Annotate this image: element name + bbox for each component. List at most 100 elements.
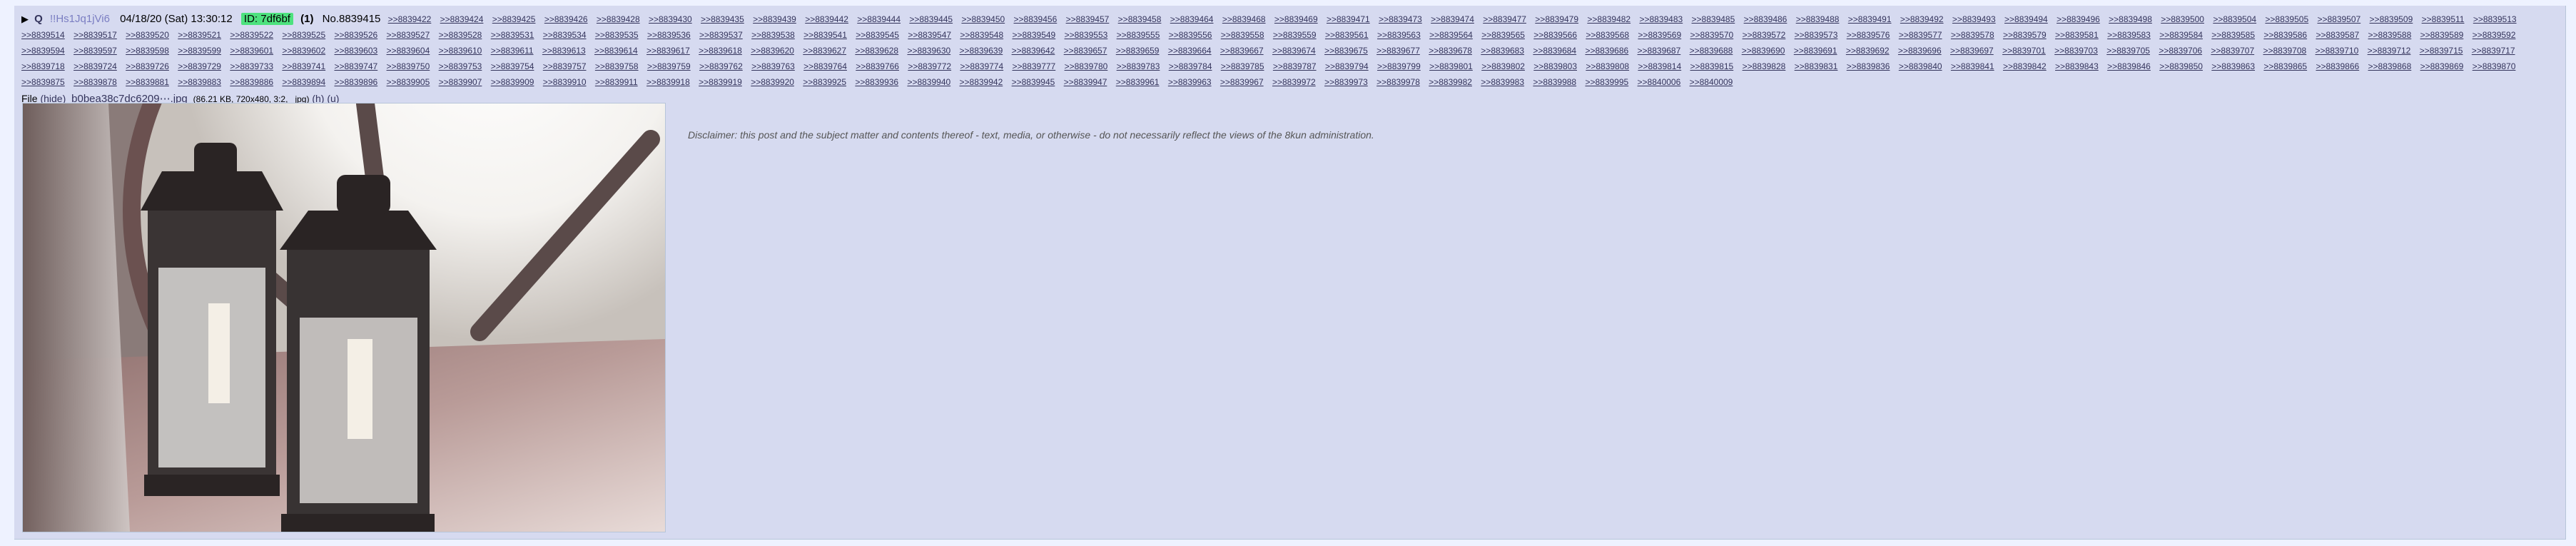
reply-link[interactable]: >>8839706 (2159, 46, 2202, 56)
reply-link[interactable]: >>8839918 (646, 77, 690, 87)
reply-link[interactable]: >>8839630 (907, 46, 950, 56)
reply-link[interactable]: >>8839687 (1638, 46, 1681, 56)
reply-link[interactable]: >>8839589 (2420, 30, 2464, 40)
reply-link[interactable]: >>8839442 (805, 14, 848, 24)
reply-link[interactable]: >>8839563 (1377, 30, 1421, 40)
reply-link[interactable]: >>8839477 (1483, 14, 1526, 24)
reply-link[interactable]: >>8839578 (1951, 30, 1994, 40)
reply-link[interactable]: >>8839696 (1898, 46, 1942, 56)
reply-link[interactable]: >>8839803 (1533, 61, 1577, 71)
reply-link[interactable]: >>8839426 (544, 14, 588, 24)
reply-link[interactable]: >>8839553 (1065, 30, 1108, 40)
reply-link[interactable]: >>8839988 (1533, 77, 1576, 87)
reply-link[interactable]: >>8839925 (803, 77, 846, 87)
reply-link[interactable]: >>8839588 (2368, 30, 2412, 40)
reply-link[interactable]: >>8839831 (1795, 61, 1838, 71)
reply-link[interactable]: >>8839517 (73, 30, 117, 40)
reply-link[interactable]: >>8839683 (1481, 46, 1524, 56)
reply-link[interactable]: >>8839509 (2370, 14, 2413, 24)
reply-link[interactable]: >>8839757 (543, 61, 587, 71)
reply-link[interactable]: >>8839866 (2316, 61, 2359, 71)
reply-link[interactable]: >>8839486 (1744, 14, 1788, 24)
reply-link[interactable]: >>8839843 (2055, 61, 2099, 71)
reply-link[interactable]: >>8839597 (73, 46, 117, 56)
reply-link[interactable]: >>8839896 (334, 77, 377, 87)
reply-link[interactable]: >>8839883 (178, 77, 221, 87)
reply-link[interactable]: >>8839881 (126, 77, 169, 87)
reply-link[interactable]: >>8839894 (282, 77, 325, 87)
reply-link[interactable]: >>8839493 (1952, 14, 1996, 24)
reply-link[interactable]: >>8839536 (647, 30, 691, 40)
reply-link[interactable]: >>8839697 (1950, 46, 1994, 56)
reply-link[interactable]: >>8839430 (649, 14, 692, 24)
reply-link[interactable]: >>8839750 (387, 61, 430, 71)
reply-link[interactable]: >>8839657 (1064, 46, 1107, 56)
reply-link[interactable]: >>8839547 (908, 30, 951, 40)
reply-link[interactable]: >>8839525 (282, 30, 325, 40)
reply-link[interactable]: >>8839794 (1325, 61, 1369, 71)
reply-link[interactable]: >>8839677 (1376, 46, 1420, 56)
reply-link[interactable]: >>8839581 (2055, 30, 2099, 40)
reply-link[interactable]: >>8839726 (126, 61, 169, 71)
reply-link[interactable]: >>8839766 (856, 61, 899, 71)
reply-link[interactable]: >>8839604 (387, 46, 430, 56)
reply-link[interactable]: >>8839618 (699, 46, 742, 56)
reply-link[interactable]: >>8839801 (1429, 61, 1473, 71)
reply-link[interactable]: >>8839488 (1796, 14, 1840, 24)
reply-link[interactable]: >>8839741 (282, 61, 325, 71)
reply-link[interactable]: >>8839548 (960, 30, 1003, 40)
reply-link[interactable]: >>8839602 (282, 46, 325, 56)
reply-link[interactable]: >>8839511 (2422, 14, 2465, 24)
reply-link[interactable]: >>8839473 (1379, 14, 1422, 24)
reply-link[interactable]: >>8839555 (1117, 30, 1160, 40)
reply-link[interactable]: >>8839688 (1690, 46, 1733, 56)
reply-link[interactable]: >>8839610 (439, 46, 482, 56)
reply-link[interactable]: >>8840006 (1638, 77, 1681, 87)
reply-link[interactable]: >>8839565 (1481, 30, 1525, 40)
reply-link[interactable]: >>8839684 (1533, 46, 1576, 56)
reply-link[interactable]: >>8839967 (1220, 77, 1264, 87)
reply-link[interactable]: >>8839579 (2003, 30, 2047, 40)
reply-link[interactable]: >>8839531 (491, 30, 534, 40)
reply-link[interactable]: >>8839667 (1220, 46, 1264, 56)
reply-link[interactable]: >>8839754 (491, 61, 534, 71)
collapse-triangle-icon[interactable]: ▶ (21, 14, 29, 24)
reply-link[interactable]: >>8839583 (2107, 30, 2151, 40)
reply-link[interactable]: >>8839469 (1274, 14, 1318, 24)
reply-link[interactable]: >>8839569 (1638, 30, 1681, 40)
reply-link[interactable]: >>8839707 (2211, 46, 2254, 56)
reply-link[interactable]: >>8839425 (492, 14, 536, 24)
reply-link[interactable]: >>8839747 (334, 61, 377, 71)
reply-link[interactable]: >>8839785 (1221, 61, 1264, 71)
reply-link[interactable]: >>8839507 (2317, 14, 2361, 24)
reply-link[interactable]: >>8839599 (178, 46, 221, 56)
reply-link[interactable]: >>8839947 (1064, 77, 1107, 87)
reply-link[interactable]: >>8839869 (2420, 61, 2464, 71)
reply-link[interactable]: >>8839865 (2263, 61, 2307, 71)
reply-link[interactable]: >>8839513 (2473, 14, 2517, 24)
reply-link[interactable]: >>8839920 (751, 77, 794, 87)
reply-link[interactable]: >>8839586 (2263, 30, 2307, 40)
reply-link[interactable]: >>8839527 (387, 30, 430, 40)
reply-link[interactable]: >>8839983 (1481, 77, 1524, 87)
reply-link[interactable]: >>8839777 (1012, 61, 1055, 71)
reply-link[interactable]: >>8839784 (1169, 61, 1212, 71)
reply-link[interactable]: >>8839514 (21, 30, 65, 40)
reply-link[interactable]: >>8839594 (21, 46, 65, 56)
reply-link[interactable]: >>8839479 (1535, 14, 1578, 24)
reply-link[interactable]: >>8839541 (803, 30, 847, 40)
reply-link[interactable]: >>8840009 (1690, 77, 1733, 87)
reply-link[interactable]: >>8839471 (1327, 14, 1370, 24)
reply-link[interactable]: >>8839802 (1481, 61, 1525, 71)
reply-link[interactable]: >>8839846 (2107, 61, 2151, 71)
reply-link[interactable]: >>8839457 (1066, 14, 1110, 24)
reply-link[interactable]: >>8839538 (751, 30, 795, 40)
reply-link[interactable]: >>8839961 (1116, 77, 1160, 87)
reply-link[interactable]: >>8839710 (2316, 46, 2359, 56)
reply-link[interactable]: >>8839500 (2161, 14, 2204, 24)
reply-link[interactable]: >>8839780 (1065, 61, 1108, 71)
reply-link[interactable]: >>8839717 (2472, 46, 2515, 56)
reply-link[interactable]: >>8839828 (1743, 61, 1786, 71)
reply-link[interactable]: >>8839674 (1272, 46, 1316, 56)
reply-link[interactable]: >>8839701 (2002, 46, 2046, 56)
